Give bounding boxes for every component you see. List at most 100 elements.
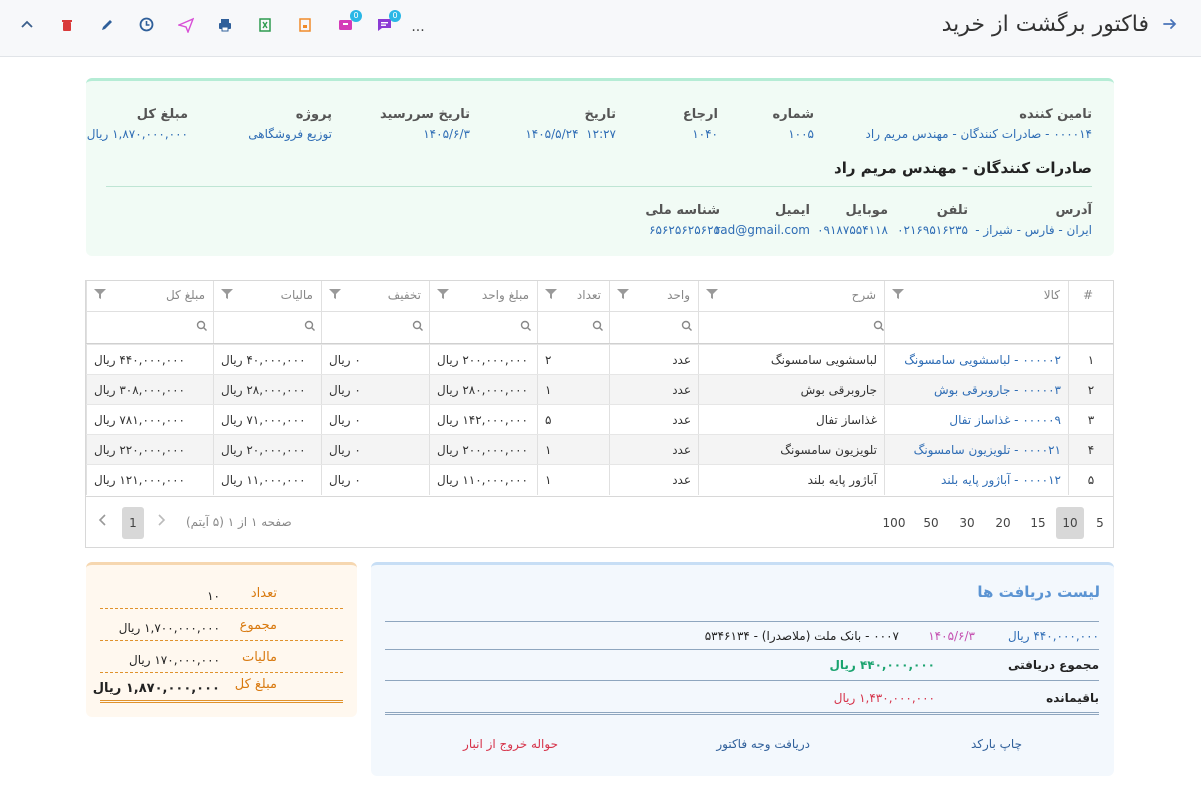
table-row[interactable]: ۲ ۰۰۰۰۰۳ - جاروبرقی بوش جاروبرقی بوش عدد… <box>86 374 1113 405</box>
chevron-up-icon[interactable] <box>17 17 37 37</box>
filter-input-item[interactable] <box>884 311 1068 343</box>
search-icon <box>592 320 603 331</box>
clock-icon[interactable] <box>136 17 156 37</box>
page-size-50[interactable]: 50 <box>917 507 945 539</box>
page-number-button[interactable]: 1 <box>122 507 144 539</box>
totals-card: تعداد ۱۰ مجموع ۱,۷۰۰,۰۰۰,۰۰۰ ریال مالیات… <box>86 562 357 717</box>
page-size-20[interactable]: 20 <box>989 507 1017 539</box>
col-discount[interactable]: تخفیف <box>321 281 429 311</box>
receipt-amount[interactable]: ۴۴۰,۰۰۰,۰۰۰ ریال <box>1008 629 1099 643</box>
col-item[interactable]: کالا <box>884 281 1068 311</box>
totals-count-label: تعداد <box>250 586 277 601</box>
comment-icon[interactable]: 0 <box>374 10 401 37</box>
cell-index: ۴ <box>1068 435 1113 465</box>
col-unit[interactable]: واحد <box>609 281 698 311</box>
project-field: پروژه توزیع فروشگاهی <box>248 107 332 141</box>
trash-icon[interactable] <box>57 17 77 37</box>
filter-input-description[interactable] <box>698 311 884 343</box>
filter-icon[interactable] <box>328 287 342 301</box>
col-description[interactable]: شرح <box>698 281 884 311</box>
col-unit-price[interactable]: مبلغ واحد <box>429 281 537 311</box>
cell-tax: ۲۰,۰۰۰,۰۰۰ ریال <box>213 435 321 465</box>
phone-label: تلفن <box>936 203 968 218</box>
prev-page-icon[interactable] <box>152 507 170 539</box>
col-total-label: مبلغ کل <box>165 288 205 302</box>
page-size-30[interactable]: 30 <box>953 507 981 539</box>
pdf-icon[interactable] <box>295 17 315 37</box>
table-row[interactable]: ۴ ۰۰۰۰۲۱ - تلویزیون سامسونگ تلویزیون سام… <box>86 434 1113 465</box>
col-unit-price-label: مبلغ واحد <box>481 288 529 302</box>
receipts-card: لیست دریافت ها ۴۴۰,۰۰۰,۰۰۰ ریال ۱۴۰۵/۶/۳… <box>371 562 1114 776</box>
header-divider <box>106 186 1092 187</box>
cell-discount: ۰ ریال <box>321 465 429 495</box>
back-arrow-icon[interactable] <box>1159 16 1181 38</box>
col-unit-label: واحد <box>667 288 690 302</box>
supplier-link[interactable]: ۰۰۰۰۱۴ - صادرات کنندگان - مهندس مریم راد <box>866 127 1092 141</box>
table-row[interactable]: ۱ ۰۰۰۰۰۲ - لباسشویی سامسونگ لباسشویی سام… <box>86 344 1113 375</box>
cell-item-link[interactable]: ۰۰۰۰۰۳ - جاروبرقی بوش <box>884 375 1068 405</box>
cell-item-link[interactable]: ۰۰۰۰۲۱ - تلویزیون سامسونگ <box>884 435 1068 465</box>
next-page-icon[interactable] <box>94 507 112 539</box>
filter-icon[interactable] <box>705 287 719 301</box>
excel-icon[interactable] <box>255 17 275 37</box>
page-size-5[interactable]: 5 <box>1090 507 1110 539</box>
cell-discount: ۰ ریال <box>321 345 429 375</box>
project-label: پروژه <box>295 107 332 122</box>
cell-item-link[interactable]: ۰۰۰۰۰۲ - لباسشویی سامسونگ <box>884 345 1068 375</box>
pencil-icon[interactable] <box>97 17 117 37</box>
comment-badge: 0 <box>389 10 401 22</box>
filter-input-total[interactable] <box>86 311 213 343</box>
warehouse-exit-link[interactable]: حواله خروج از انبار <box>463 737 558 751</box>
filter-input-qty[interactable] <box>537 311 609 343</box>
filter-icon[interactable] <box>436 287 450 301</box>
filter-icon[interactable] <box>544 287 558 301</box>
filter-icon[interactable] <box>616 287 630 301</box>
col-index-label: # <box>1082 288 1093 302</box>
page-size-15[interactable]: 15 <box>1024 507 1052 539</box>
cell-unit-price: ۱۴۲,۰۰۰,۰۰۰ ریال <box>429 405 537 435</box>
cell-unit-price: ۲۸۰,۰۰۰,۰۰۰ ریال <box>429 375 537 405</box>
send-icon[interactable] <box>176 17 196 37</box>
arrow-right-icon <box>1163 19 1177 29</box>
more-menu-icon[interactable]: ... <box>408 17 428 37</box>
cell-total: ۴۴۰,۰۰۰,۰۰۰ ریال <box>86 345 213 375</box>
reference-value: ۱۰۴۰ <box>692 127 718 141</box>
filter-icon[interactable] <box>93 287 107 301</box>
date-time: ۱۲:۲۷ <box>586 127 616 141</box>
cell-index: ۱ <box>1068 345 1113 375</box>
cell-item-link[interactable]: ۰۰۰۰۱۲ - آباژور پایه بلند <box>884 465 1068 495</box>
email-value[interactable]: rad@gmail.com <box>715 223 810 237</box>
table-row[interactable]: ۵ ۰۰۰۰۱۲ - آباژور پایه بلند آباژور پایه … <box>86 464 1113 495</box>
cell-tax: ۱۱,۰۰۰,۰۰۰ ریال <box>213 465 321 495</box>
grid-pager: 5 10 15 20 30 50 100 1 صفحه ۱ از ۱ (۵ آی… <box>86 496 1113 548</box>
receipt-row[interactable]: ۴۴۰,۰۰۰,۰۰۰ ریال ۱۴۰۵/۶/۳ ۰۰۰۷ - بانک مل… <box>385 621 1099 650</box>
filter-input-unit-price[interactable] <box>429 311 537 343</box>
box-badge: 0 <box>350 10 362 22</box>
print-icon[interactable] <box>215 17 235 37</box>
search-icon <box>304 320 315 331</box>
cell-qty: ۱ <box>537 375 609 405</box>
table-row[interactable]: ۳ ۰۰۰۰۰۹ - غذاساز تفال غذاساز تفال عدد ۵… <box>86 404 1113 435</box>
mobile-label: موبایل <box>845 203 888 218</box>
filter-input-discount[interactable] <box>321 311 429 343</box>
number-field: شماره ۱۰۰۵ <box>772 107 814 141</box>
filter-icon[interactable] <box>220 287 234 301</box>
totals-subtotal-label: مجموع <box>239 618 277 633</box>
cell-discount: ۰ ریال <box>321 435 429 465</box>
cell-item-link[interactable]: ۰۰۰۰۰۹ - غذاساز تفال <box>884 405 1068 435</box>
filter-input-unit[interactable] <box>609 311 698 343</box>
page-size-10[interactable]: 10 <box>1056 507 1084 539</box>
search-icon <box>520 320 531 331</box>
col-qty[interactable]: تعداد <box>537 281 609 311</box>
print-barcode-link[interactable]: چاپ بارکد <box>971 737 1022 751</box>
filter-icon[interactable] <box>891 287 905 301</box>
box-icon[interactable]: 0 <box>335 10 362 37</box>
receive-payment-link[interactable]: دریافت وجه فاکتور <box>716 737 810 751</box>
cell-tax: ۴۰,۰۰۰,۰۰۰ ریال <box>213 345 321 375</box>
col-tax[interactable]: مالیات <box>213 281 321 311</box>
cell-unit: عدد <box>609 405 698 435</box>
filter-input-tax[interactable] <box>213 311 321 343</box>
page-size-100[interactable]: 100 <box>879 507 909 539</box>
national-id-value: ۶۵۶۲۵۶۲۵۶۲۵ <box>649 223 720 237</box>
col-total[interactable]: مبلغ کل <box>86 281 213 311</box>
